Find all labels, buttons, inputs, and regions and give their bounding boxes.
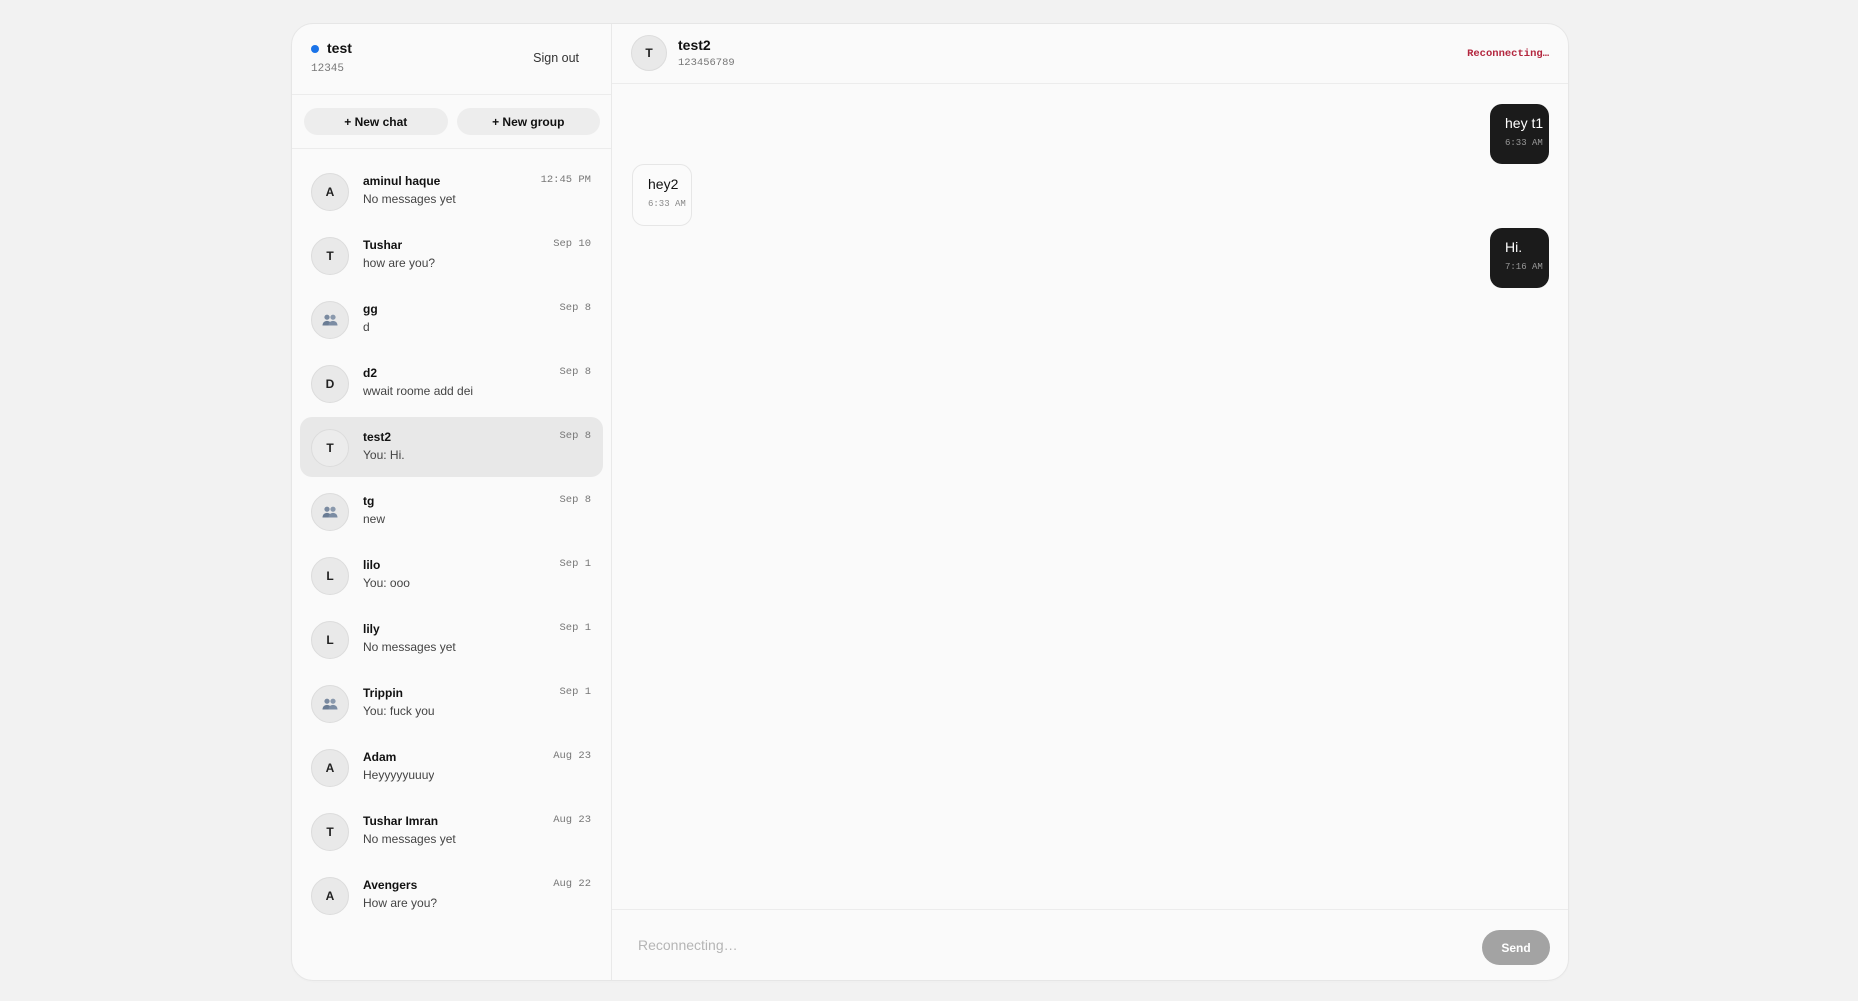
chat-name: Tushar Imran xyxy=(363,814,439,828)
chat-time: Aug 23 xyxy=(553,750,591,762)
conversation-id: 123456789 xyxy=(678,57,735,69)
chat-name: Avengers xyxy=(363,878,418,892)
message-time: 6:33 AM xyxy=(648,199,686,209)
chat-list-item[interactable]: Aaminul haque No messages yet 12:45 PM xyxy=(300,161,603,221)
new-group-button[interactable]: + New group xyxy=(456,108,600,135)
group-icon xyxy=(322,506,338,518)
chat-name: d2 xyxy=(363,366,378,380)
chat-preview: You: Hi. xyxy=(363,448,405,462)
account-name: test xyxy=(327,40,352,56)
chat-list: Aaminul haque No messages yet 12:45 PM T Tus… xyxy=(292,149,611,980)
avatar: T xyxy=(311,429,349,467)
message-time: 7:16 AM xyxy=(1505,262,1543,272)
avatar xyxy=(311,301,349,339)
chat-time: Aug 22 xyxy=(553,878,591,890)
chat-time: Aug 23 xyxy=(553,814,591,826)
chat-name: lily xyxy=(363,622,380,636)
conversation-title: test2 xyxy=(678,37,711,53)
avatar: T xyxy=(311,813,349,851)
chat-time: Sep 1 xyxy=(559,622,591,634)
send-button[interactable]: Send xyxy=(1482,930,1550,965)
chat-list-item[interactable]: T Tushar Imran No messages yet Aug 23 xyxy=(300,801,603,861)
chat-list-item[interactable]: Llilo You: ooo Sep 1 xyxy=(300,545,603,605)
chat-time: Sep 1 xyxy=(559,686,591,698)
chat-preview: d xyxy=(363,320,370,334)
chat-name: aminul haque xyxy=(363,174,441,188)
chat-preview: Heyyyyyuuuy xyxy=(363,768,435,782)
sent-message[interactable]: Hi. 7:16 AM xyxy=(1490,228,1549,288)
chat-name: test2 xyxy=(363,430,392,444)
conversation-header: T test2 123456789 Reconnecting… xyxy=(612,24,1568,84)
message-text: Hi. xyxy=(1505,239,1523,255)
chat-preview: wwait roome add dei xyxy=(363,384,474,398)
avatar: L xyxy=(311,557,349,595)
chat-actions: + New chat + New group xyxy=(292,95,611,149)
sign-out-button[interactable]: Sign out xyxy=(533,51,579,65)
chat-list-item[interactable]: T Tushar how are you? Sep 10 xyxy=(300,225,603,285)
chat-preview: how are you? xyxy=(363,256,436,270)
chat-name: lilo xyxy=(363,558,381,572)
chat-time: Sep 8 xyxy=(559,494,591,506)
chat-list-item[interactable]: tg new Sep 8 xyxy=(300,481,603,541)
new-chat-button[interactable]: + New chat xyxy=(304,108,448,135)
avatar: D xyxy=(311,365,349,403)
avatar: A xyxy=(311,173,349,211)
avatar xyxy=(311,493,349,531)
chat-list-item[interactable]: A Avengers How are you? Aug 22 xyxy=(300,865,603,925)
message-input[interactable] xyxy=(631,927,1486,962)
chat-time: Sep 8 xyxy=(559,430,591,442)
chat-time: Sep 10 xyxy=(553,238,591,250)
message-text: hey t1 xyxy=(1505,115,1544,131)
avatar: L xyxy=(311,621,349,659)
avatar: T xyxy=(311,237,349,275)
sent-message[interactable]: hey t1 6:33 AM xyxy=(1490,104,1549,164)
avatar: T xyxy=(631,35,667,71)
chat-list-item[interactable]: Dd2 wwait roome add dei Sep 8 xyxy=(300,353,603,413)
chat-name: Tushar xyxy=(363,238,403,252)
chat-time: 12:45 PM xyxy=(540,174,591,186)
chat-name: tg xyxy=(363,494,375,508)
chat-preview: You: fuck you xyxy=(363,704,435,718)
connection-status: Reconnecting… xyxy=(1467,48,1549,60)
chat-list-item[interactable]: Ttest2 You: Hi. Sep 8 xyxy=(300,417,603,477)
chat-preview: No messages yet xyxy=(363,192,456,206)
avatar: A xyxy=(311,877,349,915)
chat-list-item[interactable]: A Adam Heyyyyyuuuy Aug 23 xyxy=(300,737,603,797)
received-message[interactable]: hey2 6:33 AM xyxy=(632,164,692,226)
chat-preview: You: ooo xyxy=(363,576,410,590)
chat-name: Trippin xyxy=(363,686,403,700)
group-icon xyxy=(322,314,338,326)
chat-preview: No messages yet xyxy=(363,640,456,654)
chat-time: Sep 8 xyxy=(559,302,591,314)
chat-preview: How are you? xyxy=(363,896,438,910)
chat-list-item[interactable]: Trippin You: fuck you Sep 1 xyxy=(300,673,603,733)
chat-list-item[interactable]: Llily No messages yet Sep 1 xyxy=(300,609,603,669)
chat-name: gg xyxy=(363,302,378,316)
chat-time: Sep 8 xyxy=(559,366,591,378)
message-time: 6:33 AM xyxy=(1505,138,1543,148)
chat-preview: new xyxy=(363,512,386,526)
online-status-dot xyxy=(311,45,319,53)
group-icon xyxy=(322,698,338,710)
avatar: A xyxy=(311,749,349,787)
chat-name: Adam xyxy=(363,750,397,764)
chat-time: Sep 1 xyxy=(559,558,591,570)
chat-list-item[interactable]: gg d Sep 8 xyxy=(300,289,603,349)
chat-preview: No messages yet xyxy=(363,832,456,846)
message-list[interactable]: hey t1 6:33 AM hey2 6:33 AM Hi. 7:16 AM xyxy=(612,84,1568,909)
account-id: 12345 xyxy=(311,63,345,75)
account-header: test 12345 Sign out xyxy=(292,24,611,95)
composer: Send xyxy=(612,909,1568,980)
conversation-pane: T test2 123456789 Reconnecting… hey t1 6:… xyxy=(612,24,1568,980)
chat-app: test 12345 Sign out + New chat + New gro… xyxy=(291,23,1569,981)
message-text: hey2 xyxy=(648,176,679,192)
avatar xyxy=(311,685,349,723)
sidebar: test 12345 Sign out + New chat + New gro… xyxy=(292,24,612,980)
